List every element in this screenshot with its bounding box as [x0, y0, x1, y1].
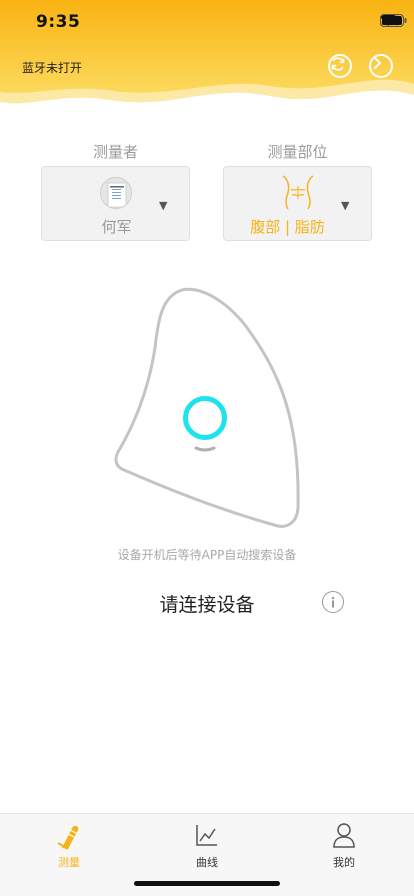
chart-icon — [196, 825, 217, 846]
tab-mine[interactable]: 我的 — [304, 820, 384, 870]
tab-measure[interactable]: 测量 — [29, 820, 109, 870]
tab-curve-label: 曲线 — [196, 856, 218, 869]
connect-device-button[interactable]: 请连接设备 — [0, 590, 414, 617]
info-icon[interactable] — [322, 591, 344, 613]
tab-curve[interactable]: 曲线 — [167, 820, 247, 870]
device-illustration — [114, 287, 300, 528]
device-hint: 设备开机后等待APP自动搜索设备 — [117, 548, 297, 562]
person-icon — [333, 823, 355, 848]
home-indicator — [134, 881, 280, 886]
tab-measure-label: 测量 — [58, 856, 80, 869]
tab-mine-label: 我的 — [333, 856, 355, 869]
measure-icon — [57, 825, 79, 850]
